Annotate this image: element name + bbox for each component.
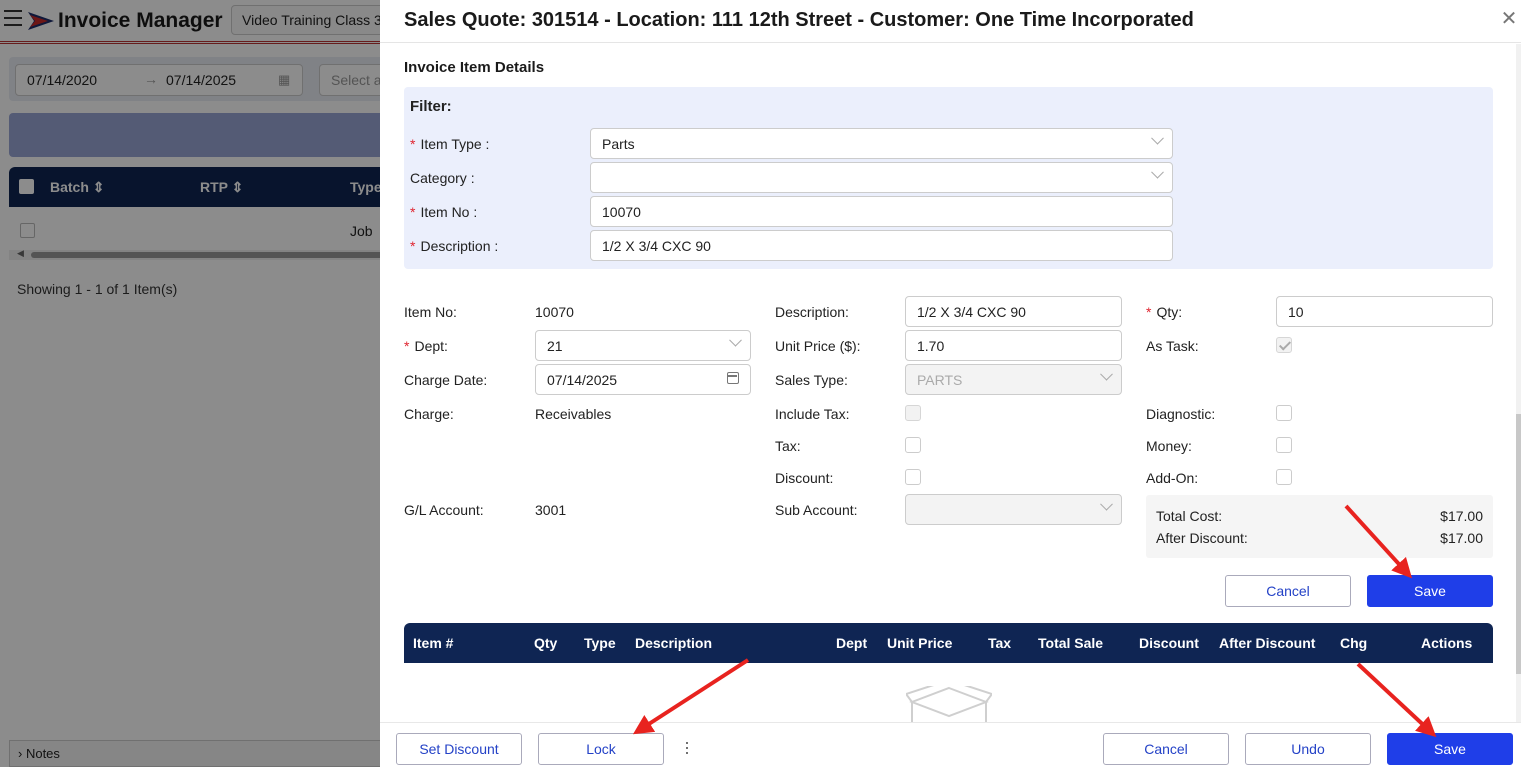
modal-footer: Set Discount Lock Cancel Undo Save [380,722,1521,767]
qty-input[interactable]: 10 [1276,296,1493,327]
item-save-button[interactable]: Save [1367,575,1493,607]
item-cancel-button[interactable]: Cancel [1225,575,1351,607]
more-options-icon[interactable] [685,742,689,756]
charge-value: Receivables [535,406,612,422]
total-cost-label: Total Cost: [1156,508,1223,524]
sub-account-select [905,494,1122,525]
description-input[interactable]: 1/2 X 3/4 CXC 90 [590,230,1173,261]
column-after-discount: After Discount [1219,635,1316,651]
totals-panel: Total Cost: $17.00 After Discount: $17.0… [1146,495,1493,558]
footer-cancel-button[interactable]: Cancel [1103,733,1229,765]
column-description: Description [635,635,713,651]
chevron-down-icon [1100,367,1113,381]
tax-checkbox[interactable] [905,437,921,453]
detail-item-no-label: Item No: [404,304,457,320]
qty-label: * Qty: [1146,304,1183,320]
after-discount-value: $17.00 [1440,530,1483,546]
filter-heading: Filter: [410,98,452,115]
category-select[interactable] [590,162,1173,193]
chevron-down-icon [1100,497,1113,511]
unit-price-label: Unit Price ($): [775,338,861,354]
gl-account-label: G/L Account: [404,502,484,518]
as-task-checkbox[interactable] [1276,337,1292,353]
money-label: Money: [1146,438,1192,454]
sub-account-label: Sub Account: [775,502,858,518]
charge-date-input[interactable]: 07/14/2025 [535,364,751,395]
chevron-down-icon [729,333,742,347]
column-qty: Qty [534,635,558,651]
column-item-no: Item # [413,635,454,651]
unit-price-input[interactable]: 1.70 [905,330,1122,361]
sales-type-select: PARTS [905,364,1122,395]
charge-date-label: Charge Date: [404,372,488,388]
after-discount-label: After Discount: [1156,530,1248,546]
column-unit-price: Unit Price [887,635,953,651]
vertical-scrollbar[interactable] [1516,44,1521,724]
total-cost-value: $17.00 [1440,508,1483,524]
column-discount: Discount [1139,635,1199,651]
discount-checkbox[interactable] [905,469,921,485]
sales-quote-modal: Sales Quote: 301514 - Location: 111 12th… [380,0,1521,767]
item-type-label: * Item Type : [410,136,490,152]
description-label: * Description : [410,238,499,254]
filter-panel: Filter: * Item Type : Parts Category : * I… [404,87,1493,269]
sales-type-label: Sales Type: [775,372,848,388]
column-actions: Actions [1421,635,1473,651]
scrollbar-thumb[interactable] [1516,414,1521,674]
tax-label: Tax: [775,438,801,454]
include-tax-label: Include Tax: [775,406,850,422]
calendar-icon [727,372,739,384]
money-checkbox[interactable] [1276,437,1292,453]
column-dept: Dept [836,635,868,651]
set-discount-button[interactable]: Set Discount [396,733,522,765]
detail-description-input[interactable]: 1/2 X 3/4 CXC 90 [905,296,1122,327]
detail-item-no-value: 10070 [535,304,574,320]
undo-button[interactable]: Undo [1245,733,1371,765]
item-no-label: * Item No : [410,204,478,220]
column-tax: Tax [988,635,1012,651]
item-no-input[interactable]: 10070 [590,196,1173,227]
charge-label: Charge: [404,406,454,422]
item-type-select[interactable]: Parts [590,128,1173,159]
close-icon[interactable]: ✕ [1500,9,1518,29]
footer-save-button[interactable]: Save [1387,733,1513,765]
detail-description-label: Description: [775,304,849,320]
include-tax-checkbox[interactable] [905,405,921,421]
lock-button[interactable]: Lock [538,733,664,765]
divider [380,42,1521,43]
add-on-checkbox[interactable] [1276,469,1292,485]
empty-box-icon [906,686,992,722]
column-chg: Chg [1340,635,1368,651]
dept-label: * Dept: [404,338,448,354]
column-total-sale: Total Sale [1038,635,1104,651]
chevron-down-icon [1151,165,1164,179]
add-on-label: Add-On: [1146,470,1199,486]
category-label: Category : [410,170,475,186]
chevron-down-icon [1151,131,1164,145]
items-grid-header: Item # Qty Type Description Dept Unit Pr… [404,623,1493,663]
modal-title: Sales Quote: 301514 - Location: 111 12th… [404,9,1194,31]
dept-select[interactable]: 21 [535,330,751,361]
section-title: Invoice Item Details [404,59,545,76]
diagnostic-checkbox[interactable] [1276,405,1292,421]
diagnostic-label: Diagnostic: [1146,406,1216,422]
column-type: Type [584,635,616,651]
gl-account-value: 3001 [535,502,567,518]
discount-label: Discount: [775,470,834,486]
as-task-label: As Task: [1146,338,1199,354]
